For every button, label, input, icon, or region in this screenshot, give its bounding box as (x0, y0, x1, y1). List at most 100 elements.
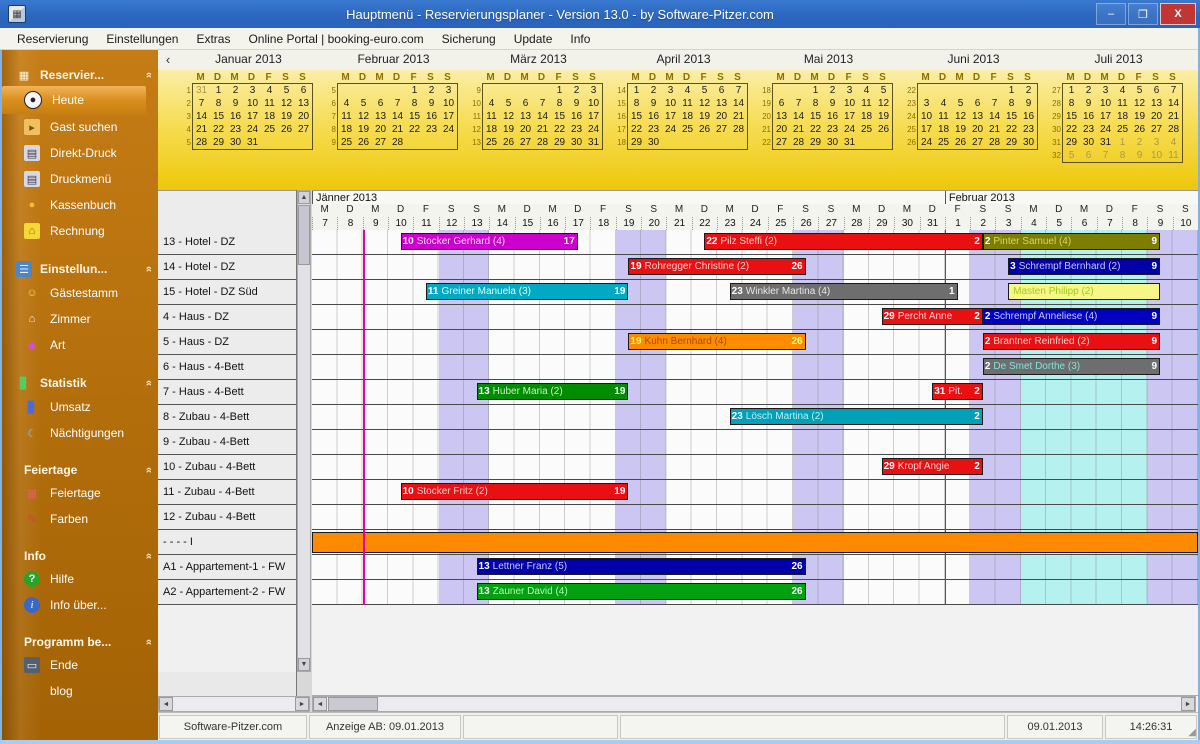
calendar-day[interactable]: 4 (483, 97, 500, 110)
gantt-day-header-cell[interactable]: D24 (742, 204, 767, 230)
calendar-day[interactable]: 20 (372, 123, 389, 136)
calendar-day[interactable]: 12 (696, 97, 713, 110)
calendar-day[interactable]: 11 (261, 97, 278, 110)
calendar-day[interactable]: 13 (372, 110, 389, 123)
calendar-day[interactable]: 7 (534, 97, 551, 110)
calendar-day[interactable]: 11 (935, 110, 952, 123)
calendar-prev-icon[interactable]: ‹ (161, 52, 175, 67)
gantt-day-header-cell[interactable]: F11 (413, 204, 438, 230)
calendar-day[interactable]: 26 (500, 136, 517, 149)
calendar-day[interactable]: 16 (645, 110, 662, 123)
calendar-day[interactable]: 29 (628, 136, 645, 149)
calendar-day[interactable]: 8 (1003, 97, 1020, 110)
calendar-day[interactable]: 16 (227, 110, 244, 123)
calendar-day[interactable]: 27 (1148, 123, 1165, 136)
calendar-day[interactable]: 21 (790, 123, 807, 136)
calendar-day[interactable]: 5 (500, 97, 517, 110)
gantt-day-header-cell[interactable]: D29 (869, 204, 894, 230)
menu-item-info[interactable]: Info (561, 30, 599, 48)
room-row-label[interactable]: A1 - Appartement-1 - FW (158, 555, 296, 580)
calendar-day[interactable]: 28 (193, 136, 210, 149)
calendar-day[interactable]: 19 (278, 110, 295, 123)
calendar-day[interactable]: 26 (278, 123, 295, 136)
calendar-day[interactable]: 19 (952, 123, 969, 136)
calendar-day[interactable]: 23 (227, 123, 244, 136)
reservation-bar[interactable]: 13Lettner Franz (5)26 (477, 558, 806, 575)
calendar-day[interactable]: 3 (918, 97, 935, 110)
gantt-day-header-cell[interactable]: D17 (565, 204, 590, 230)
sidebar-section-header-reservier[interactable]: ▦Reservier...» (2, 64, 160, 86)
calendar-day[interactable]: 14 (790, 110, 807, 123)
calendar-day[interactable]: 14 (730, 97, 747, 110)
calendar-day[interactable]: 26 (355, 136, 372, 149)
calendar-day[interactable]: 6 (1080, 149, 1097, 162)
calendar-day[interactable]: 5 (1063, 149, 1080, 162)
calendar-day[interactable]: 11 (858, 97, 875, 110)
calendar-day[interactable]: 11 (338, 110, 355, 123)
room-row-label[interactable]: - - - - I (158, 530, 296, 555)
calendar-day[interactable]: 22 (551, 123, 568, 136)
calendar-day[interactable]: 9 (568, 97, 585, 110)
gantt-day-header-cell[interactable]: D8 (337, 204, 362, 230)
minimize-button[interactable]: – (1096, 3, 1126, 25)
room-row-label[interactable]: 15 - Hotel - DZ Süd (158, 280, 296, 305)
calendar-day[interactable]: 24 (244, 123, 261, 136)
gantt-day-header-cell[interactable]: M14 (489, 204, 514, 230)
calendar-day[interactable]: 27 (969, 136, 986, 149)
calendar-day[interactable]: 13 (517, 110, 534, 123)
calendar-day[interactable]: 27 (295, 123, 312, 136)
sidebar-section-header-einstellun[interactable]: ☰Einstellun...» (2, 258, 160, 280)
gantt-day-header-cell[interactable]: S20 (641, 204, 666, 230)
calendar-day[interactable]: 4 (858, 84, 875, 97)
menu-item-reservierung[interactable]: Reservierung (8, 30, 97, 48)
calendar-day[interactable]: 2 (1020, 84, 1037, 97)
reservation-bar[interactable]: 11Greiner Manuela (3)19 (426, 283, 629, 300)
calendar-day[interactable]: 10 (585, 97, 602, 110)
calendar-day[interactable]: 21 (986, 123, 1003, 136)
sidebar-section-header-programmbe[interactable]: Programm be...» (2, 632, 160, 652)
gantt-day-header-cell[interactable]: M7 (312, 204, 337, 230)
calendar-day[interactable]: 8 (1063, 97, 1080, 110)
calendar-day[interactable]: 26 (875, 123, 892, 136)
close-button[interactable]: X (1160, 3, 1196, 25)
gantt-day-header-cell[interactable]: S3 (995, 204, 1020, 230)
gantt-day-header-cell[interactable]: M23 (717, 204, 742, 230)
calendar-day[interactable]: 6 (713, 84, 730, 97)
calendar-day[interactable]: 4 (679, 84, 696, 97)
resize-grip[interactable]: ◢ (1188, 727, 1196, 738)
calendar-day[interactable]: 5 (875, 84, 892, 97)
gantt-day-header-cell[interactable]: M30 (894, 204, 919, 230)
room-row-label[interactable]: 14 - Hotel - DZ (158, 255, 296, 280)
mini-month-5[interactable]: MDMDFSS181234519678910111220131415161718… (756, 72, 901, 150)
calendar-day[interactable]: 5 (278, 84, 295, 97)
calendar-day[interactable]: 18 (483, 123, 500, 136)
calendar-day[interactable]: 16 (824, 110, 841, 123)
calendar-day[interactable]: 3 (244, 84, 261, 97)
calendar-day[interactable]: 30 (1080, 136, 1097, 149)
calendar-day[interactable]: 9 (227, 97, 244, 110)
calendar-day[interactable]: 11 (679, 97, 696, 110)
calendar-day[interactable]: 16 (1020, 110, 1037, 123)
chevron-up-icon[interactable]: » (143, 266, 155, 272)
sidebar-item-ende[interactable]: ▭Ende (2, 652, 160, 678)
calendar-day[interactable]: 2 (824, 84, 841, 97)
calendar-day[interactable]: 7 (389, 97, 406, 110)
calendar-day[interactable]: 30 (824, 136, 841, 149)
calendar-day[interactable]: 15 (628, 110, 645, 123)
calendar-day[interactable]: 17 (1097, 110, 1114, 123)
sidebar-item-umsatz[interactable]: ▊Umsatz (2, 394, 160, 420)
calendar-day[interactable]: 13 (773, 110, 790, 123)
calendar-day[interactable]: 8 (1114, 149, 1131, 162)
calendar-day[interactable]: 23 (568, 123, 585, 136)
calendar-day[interactable]: 11 (483, 110, 500, 123)
reservation-bar[interactable]: 23Winkler Martina (4)1 (730, 283, 958, 300)
sidebar-item-hilfe[interactable]: ?Hilfe (2, 566, 160, 592)
calendar-day[interactable]: 4 (935, 97, 952, 110)
calendar-day[interactable]: 23 (824, 123, 841, 136)
calendar-day[interactable]: 31 (1097, 136, 1114, 149)
calendar-day[interactable]: 25 (858, 123, 875, 136)
calendar-day[interactable]: 23 (1020, 123, 1037, 136)
calendar-day[interactable]: 28 (790, 136, 807, 149)
room-list-horizontal-scrollbar[interactable]: ◄ ► (158, 696, 310, 712)
mini-month-3[interactable]: MDMDFSS912310456789101111121314151617121… (466, 72, 611, 150)
